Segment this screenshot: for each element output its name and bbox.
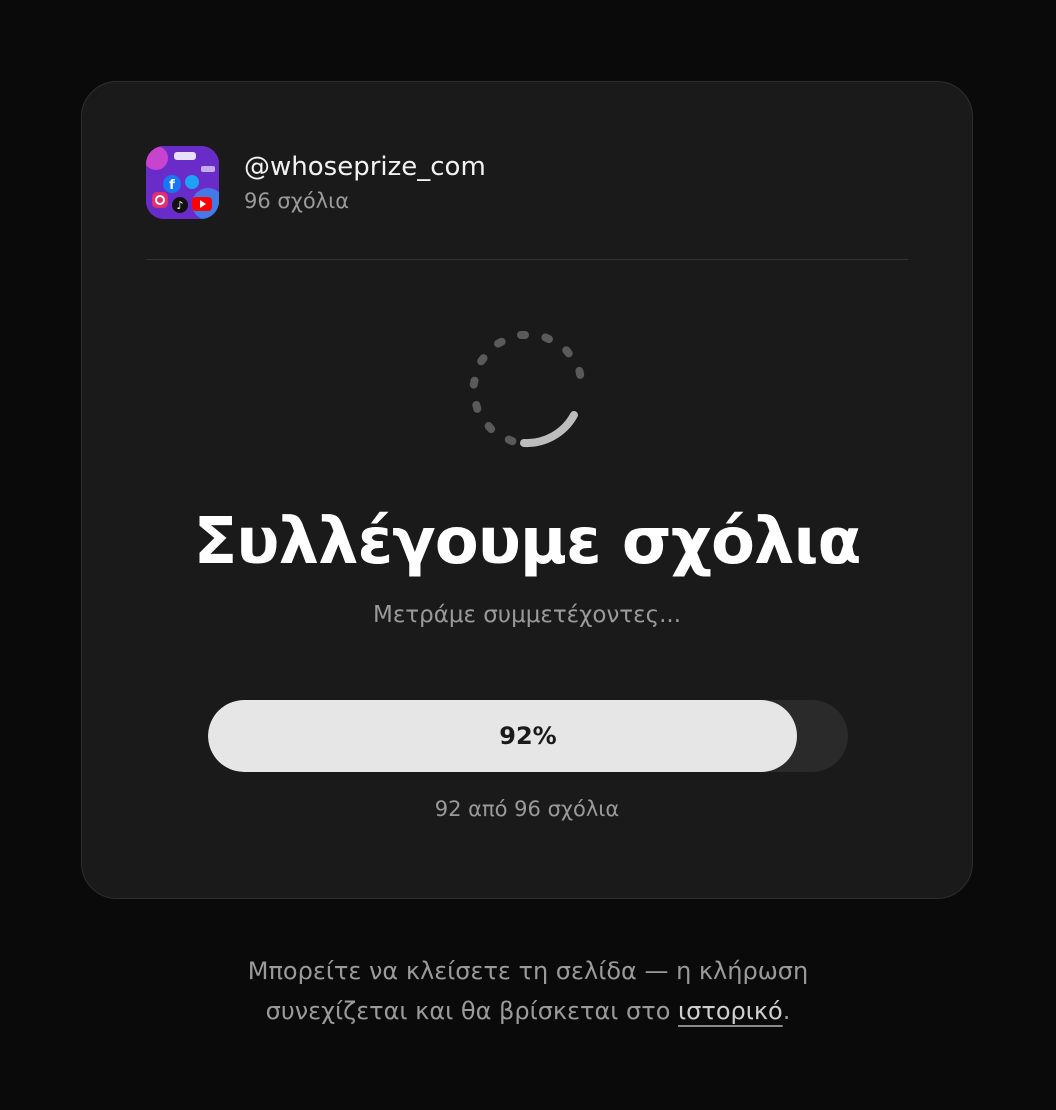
footer-line-2-text: συνεχίζεται και θα βρίσκεται στο xyxy=(265,997,679,1025)
svg-text:♪: ♪ xyxy=(176,199,183,212)
page-title: Συλλέγουμε σχόλια xyxy=(193,505,862,579)
footer-line-1: Μπορείτε να κλείσετε τη σελίδα — η κλήρω… xyxy=(247,957,809,985)
loading-spinner-icon xyxy=(469,331,585,448)
footer-period: . xyxy=(782,997,791,1025)
account-info: @whoseprize_com 96 σχόλια xyxy=(244,150,486,216)
footer-note: Μπορείτε να κλείσετε τη σελίδα — η κλήρω… xyxy=(0,951,1056,1031)
comments-count: 96 σχόλια xyxy=(244,188,350,213)
progress-card: f ♪ @whoseprize_com 96 σχόλια Συλλέγουμε… xyxy=(81,81,973,899)
history-link[interactable]: ιστορικό xyxy=(678,997,783,1025)
avatar: f ♪ xyxy=(146,146,219,219)
account-header: f ♪ @whoseprize_com 96 σχόλια xyxy=(146,146,486,219)
social-media-collage-icon: f ♪ xyxy=(146,146,219,219)
account-handle: @whoseprize_com xyxy=(244,151,486,182)
status-subtitle: Μετράμε συμμετέχοντες... xyxy=(372,602,682,628)
svg-text:f: f xyxy=(169,178,175,193)
divider xyxy=(146,259,908,260)
footer-line-2: συνεχίζεται και θα βρίσκεται στο ιστορικ… xyxy=(0,991,1056,1031)
progress-bar: 92% xyxy=(208,700,848,772)
progress-count: 92 από 96 σχόλια xyxy=(434,797,620,821)
progress-percent: 92% xyxy=(499,722,557,750)
